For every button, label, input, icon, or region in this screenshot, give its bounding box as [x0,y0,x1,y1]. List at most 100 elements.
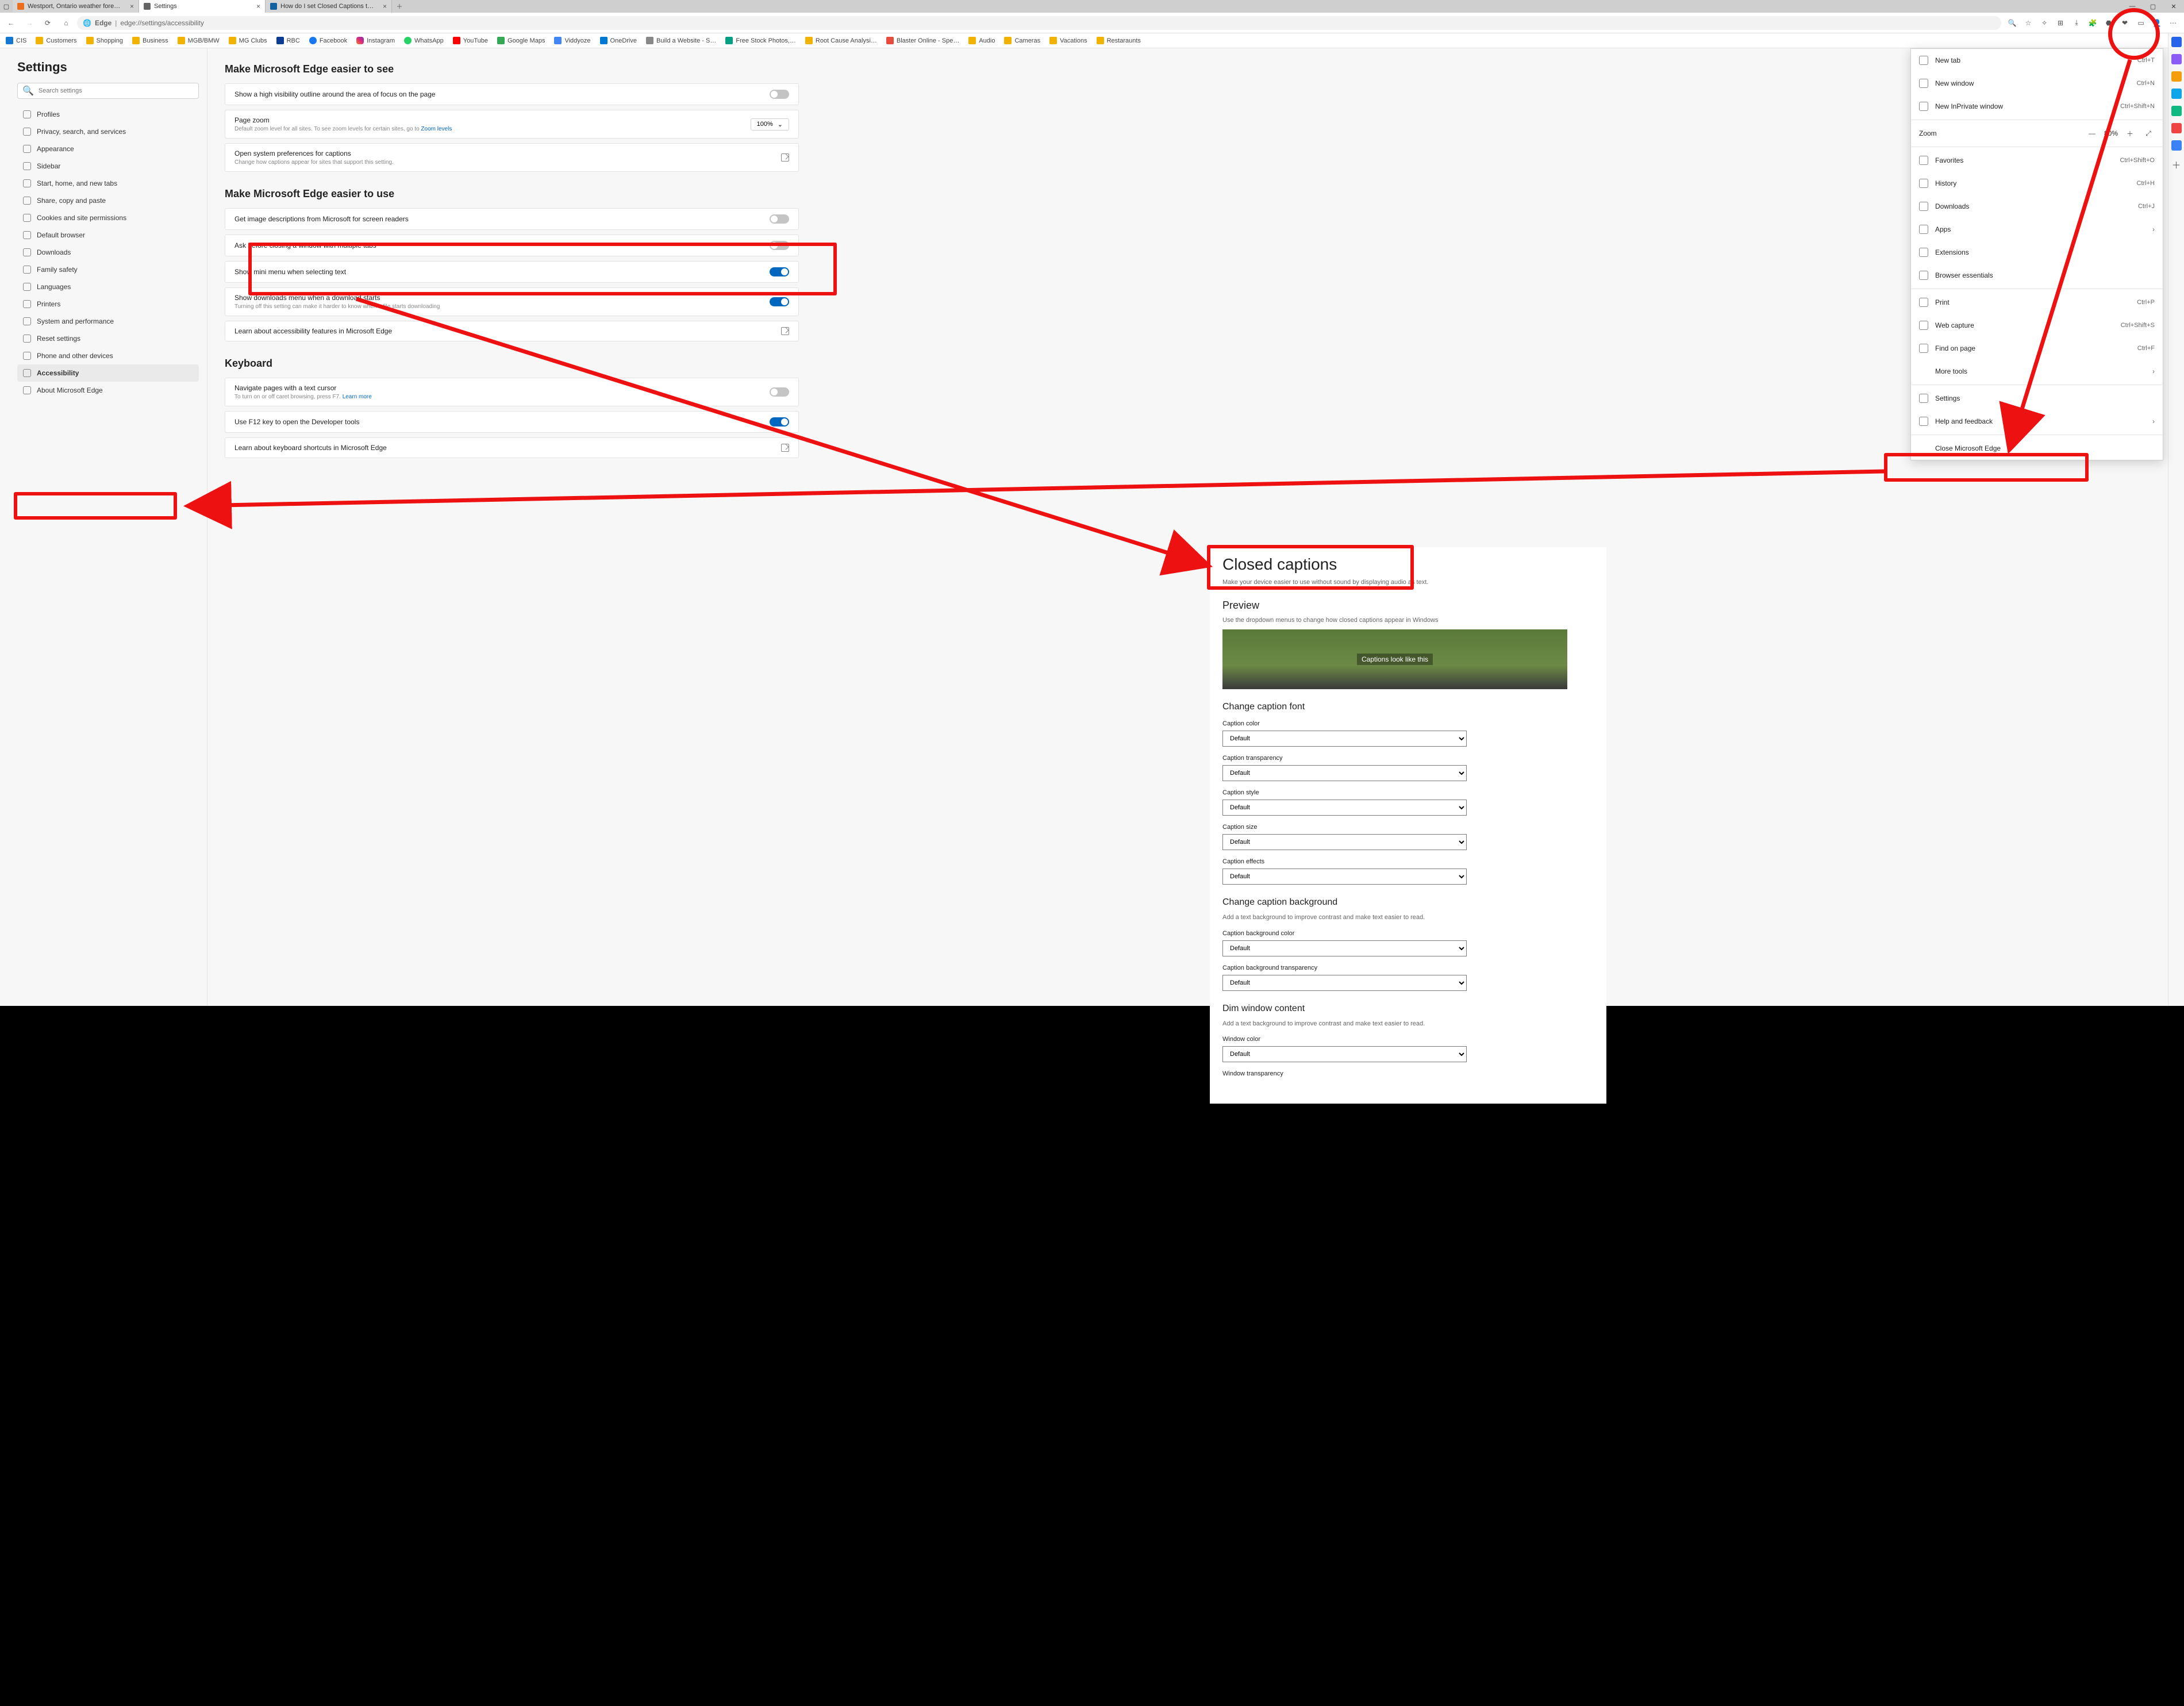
bookmark-viddyoze[interactable]: Viddyoze [552,36,593,45]
menu-close-edge[interactable]: Close Microsoft Edge [1911,437,2163,460]
bookmark-onedrive[interactable]: OneDrive [598,36,639,45]
nav-printers[interactable]: Printers [17,295,199,313]
nav-family[interactable]: Family safety [17,261,199,278]
nav-phone[interactable]: Phone and other devices [17,347,199,364]
window-menu-icon[interactable]: ▢ [0,0,13,13]
bookmark-audio[interactable]: Audio [966,36,997,45]
bookmark-mgclubs[interactable]: MG Clubs [226,36,270,45]
nav-reset[interactable]: Reset settings [17,330,199,347]
bookmark-facebook[interactable]: Facebook [307,36,349,45]
menu-browser-essentials[interactable]: Browser essentials [1911,264,2163,287]
cc-select-color[interactable]: Default [1222,731,1467,747]
rail-chat-icon[interactable] [2171,54,2182,64]
menu-inprivate[interactable]: New InPrivate windowCtrl+Shift+N [1911,95,2163,118]
cc-select-bgt[interactable]: Default [1222,975,1467,991]
menu-favorites[interactable]: FavoritesCtrl+Shift+O [1911,149,2163,172]
menu-settings[interactable]: Settings [1911,387,2163,410]
menu-webcapture[interactable]: Web captureCtrl+Shift+S [1911,314,2163,337]
puzzle-icon[interactable]: 🧩 [2085,16,2100,30]
toggle-minimenu[interactable] [770,267,789,276]
nav-accessibility[interactable]: Accessibility [17,364,199,382]
nav-privacy[interactable]: Privacy, search, and services [17,123,199,140]
shield-icon[interactable]: ⬣ [2101,16,2116,30]
minimize-button[interactable]: — [2122,0,2143,13]
wallet-icon[interactable]: ▭ [2133,16,2148,30]
bookmark-youtube[interactable]: YouTube [451,36,490,45]
settings-search[interactable]: 🔍 [17,83,199,99]
rail-outlook-icon[interactable] [2171,140,2182,151]
bookmark-shopping[interactable]: Shopping [84,36,126,45]
bookmark-rbc[interactable]: RBC [274,36,302,45]
toggle-imgdesc[interactable] [770,214,789,224]
settings-search-input[interactable] [39,87,194,94]
cc-select-size[interactable]: Default [1222,834,1467,850]
bookmark-restaurants[interactable]: Restaraunts [1094,36,1143,45]
menu-print[interactable]: PrintCtrl+P [1911,291,2163,314]
downloads-icon[interactable]: ⤓ [2069,16,2084,30]
nav-start[interactable]: Start, home, and new tabs [17,175,199,192]
nav-profiles[interactable]: Profiles [17,106,199,123]
rail-search-icon[interactable] [2171,37,2182,47]
nav-share[interactable]: Share, copy and paste [17,192,199,209]
caret-learnmore-link[interactable]: Learn more [343,394,372,400]
back-button[interactable]: ← [3,16,18,30]
menu-newtab[interactable]: New tabCtrl+T [1911,49,2163,72]
row-kbdshortcuts[interactable]: Learn about keyboard shortcuts in Micros… [225,438,798,458]
bookmark-build[interactable]: Build a Website - S… [644,36,718,45]
profile-icon[interactable]: 👤 [2150,16,2164,30]
tab-help[interactable]: How do I set Closed Captions t… × [266,0,392,13]
menu-extensions[interactable]: Extensions [1911,241,2163,264]
performance-icon[interactable]: ❤ [2117,16,2132,30]
nav-about[interactable]: About Microsoft Edge [17,382,199,399]
rail-games-icon[interactable] [2171,106,2182,116]
cc-select-wc[interactable]: Default [1222,1046,1467,1062]
close-icon[interactable]: × [256,2,260,10]
rail-add-icon[interactable]: ＋ [2171,157,2181,171]
bookmark-gmaps[interactable]: Google Maps [495,36,547,45]
close-window-button[interactable]: ✕ [2163,0,2184,13]
bookmark-cameras[interactable]: Cameras [1002,36,1043,45]
bookmark-cis[interactable]: CIS [3,36,29,45]
bookmark-blaster[interactable]: Blaster Online - Spe… [884,36,962,45]
zoom-select[interactable]: 100%⌄ [751,118,789,130]
site-identity-icon[interactable]: 🌐 [83,19,91,27]
bookmark-stock[interactable]: Free Stock Photos,… [723,36,798,45]
bookmark-whatsapp[interactable]: WhatsApp [402,36,446,45]
bookmark-mgbbmw[interactable]: MGB/BMW [175,36,222,45]
forward-button[interactable]: → [22,16,37,30]
fullscreen-button[interactable]: ⤢ [2142,129,2155,138]
nav-system[interactable]: System and performance [17,313,199,330]
toggle-caret[interactable] [770,387,789,397]
menu-downloads[interactable]: DownloadsCtrl+J [1911,195,2163,218]
cc-select-eff[interactable]: Default [1222,869,1467,885]
tab-settings[interactable]: Settings × [139,0,266,13]
bookmark-instagram[interactable]: Instagram [354,36,397,45]
nav-downloads[interactable]: Downloads [17,244,199,261]
zoom-in-button[interactable]: ＋ [2124,129,2136,139]
row-learnacc[interactable]: Learn about accessibility features in Mi… [225,321,798,341]
toggle-askclose[interactable] [770,241,789,250]
bookmark-rca[interactable]: Root Cause Analysi… [803,36,879,45]
refresh-button[interactable]: ⟳ [40,16,55,30]
more-menu-button[interactable]: ⋯ [2166,16,2181,30]
nav-sidebar[interactable]: Sidebar [17,157,199,175]
favorite-icon[interactable]: ☆ [2021,16,2036,30]
bookmark-vacations[interactable]: Vacations [1047,36,1090,45]
read-aloud-icon[interactable]: 🔍 [2005,16,2020,30]
tab-weather[interactable]: Westport, Ontario weather fore… × [13,0,139,13]
close-icon[interactable]: × [130,2,134,10]
bookmark-customers[interactable]: Customers [33,36,79,45]
extensions-icon[interactable]: ⊞ [2053,16,2068,30]
new-tab-button[interactable]: ＋ [392,0,407,13]
menu-apps[interactable]: Apps› [1911,218,2163,241]
maximize-button[interactable]: ▢ [2143,0,2163,13]
menu-history[interactable]: HistoryCtrl+H [1911,172,2163,195]
nav-default[interactable]: Default browser [17,226,199,244]
toggle-outline[interactable] [770,90,789,99]
close-icon[interactable]: × [383,2,387,10]
toggle-dlmenu[interactable] [770,297,789,306]
cc-select-bgc[interactable]: Default [1222,940,1467,956]
menu-find[interactable]: Find on pageCtrl+F [1911,337,2163,360]
url-field[interactable]: 🌐 Edge | edge://settings/accessibility [77,16,2001,30]
rail-shopping-icon[interactable] [2171,71,2182,82]
